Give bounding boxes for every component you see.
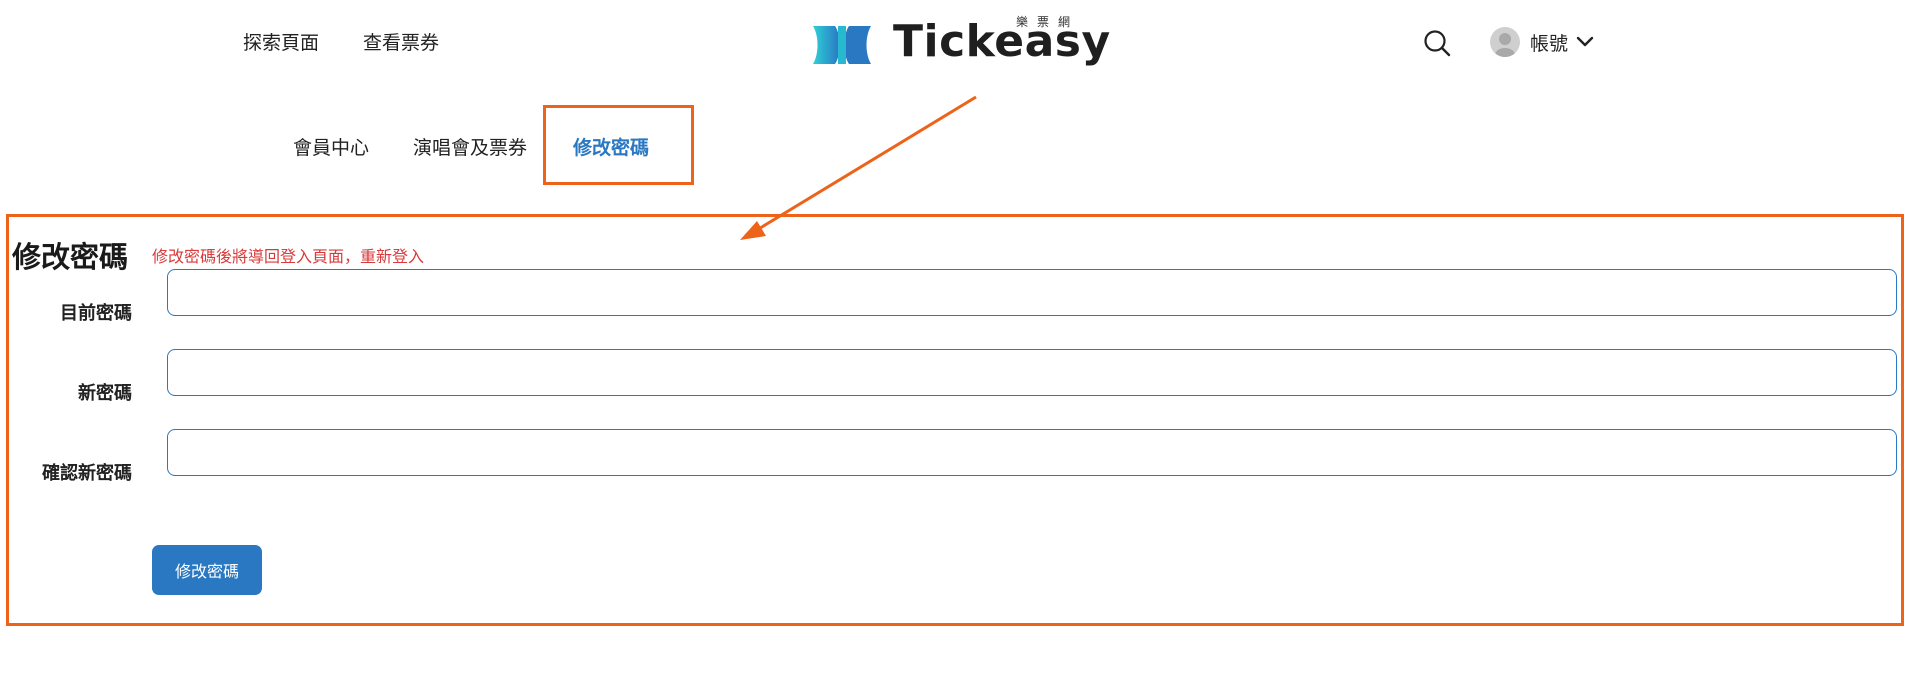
change-password-button[interactable]: 修改密碼 [152,545,262,595]
page-title: 修改密碼 [12,240,129,274]
new-password-input[interactable] [167,349,1897,396]
account-menu[interactable]: 帳號 [1490,26,1594,58]
new-password-label: 新密碼 [78,383,132,404]
tab-concerts-tickets[interactable]: 演唱會及票券 [413,133,527,160]
password-change-notice: 修改密碼後將導回登入頁面，重新登入 [152,247,425,266]
confirm-password-input[interactable] [167,429,1897,476]
nav-explore-link[interactable]: 探索頁面 [243,28,319,55]
logo-subtitle: 樂票網 [1016,15,1080,29]
current-password-label: 目前密碼 [60,303,132,324]
nav-tickets-link[interactable]: 查看票券 [363,28,439,55]
chevron-down-icon [1576,36,1594,47]
annotation-tab-highlight [543,105,694,185]
confirm-password-label: 確認新密碼 [42,463,132,484]
logo-mark-icon [813,26,871,64]
account-label: 帳號 [1530,32,1569,55]
tab-member-center[interactable]: 會員中心 [293,133,369,160]
current-password-input[interactable] [167,269,1897,316]
search-icon[interactable] [1423,29,1451,57]
site-logo[interactable]: Tickeasy 樂票網 [813,12,1110,74]
avatar-icon [1490,27,1520,57]
